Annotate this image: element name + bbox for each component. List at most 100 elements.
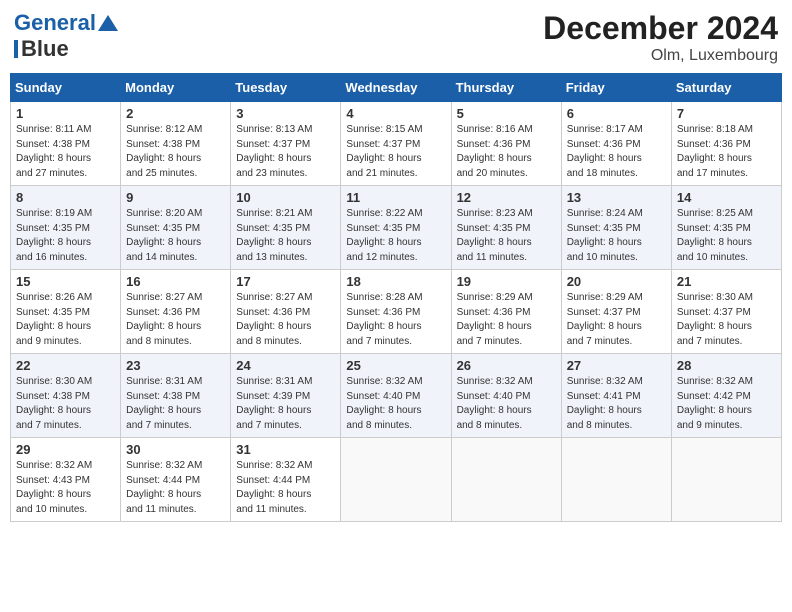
day-info: Sunrise: 8:32 AM Sunset: 4:41 PM Dayligh… xyxy=(567,375,666,433)
calendar-cell: 29 Sunrise: 8:32 AM Sunset: 4:43 PM Dayli… xyxy=(11,438,121,522)
day-number: 1 xyxy=(16,106,115,121)
header-sunday: Sunday xyxy=(11,74,121,102)
logo-blue: Blue xyxy=(21,36,69,62)
calendar-cell: 30Sunrise: 8:32 AM Sunset: 4:44 PM Dayli… xyxy=(121,438,231,522)
day-info: Sunrise: 8:13 AM Sunset: 4:37 PM Dayligh… xyxy=(236,123,335,181)
day-number: 6 xyxy=(567,106,666,121)
calendar-cell: 4Sunrise: 8:15 AM Sunset: 4:37 PM Daylig… xyxy=(341,102,451,186)
day-info: Sunrise: 8:31 AM Sunset: 4:39 PM Dayligh… xyxy=(236,375,335,433)
day-number: 22 xyxy=(16,358,115,373)
day-number: 16 xyxy=(126,274,225,289)
calendar-cell: 17 Sunrise: 8:27 AM Sunset: 4:36 PM Dayli… xyxy=(231,270,341,354)
day-number: 25 xyxy=(346,358,445,373)
calendar-cell: 21 Sunrise: 8:30 AM Sunset: 4:37 PM Dayli… xyxy=(671,270,781,354)
calendar-table: Sunday Monday Tuesday Wednesday Thursday… xyxy=(10,73,782,522)
day-info: Sunrise: 8:20 AM Sunset: 4:35 PM Dayligh… xyxy=(126,207,225,265)
day-number: 17 xyxy=(236,274,335,289)
calendar-cell: 12 Sunrise: 8:23 AM Sunset: 4:35 PM Dayli… xyxy=(451,186,561,270)
day-number: 12 xyxy=(457,190,556,205)
header-wednesday: Wednesday xyxy=(341,74,451,102)
day-number: 21 xyxy=(677,274,776,289)
day-info: Sunrise: 8:11 AM Sunset: 4:38 PM Dayligh… xyxy=(16,123,115,181)
calendar-cell xyxy=(671,438,781,522)
day-number: 13 xyxy=(567,190,666,205)
header-friday: Friday xyxy=(561,74,671,102)
calendar-cell: 18Sunrise: 8:28 AM Sunset: 4:36 PM Dayli… xyxy=(341,270,451,354)
calendar-cell: 11 Sunrise: 8:22 AM Sunset: 4:35 PM Dayli… xyxy=(341,186,451,270)
day-number: 29 xyxy=(16,442,115,457)
day-number: 9 xyxy=(126,190,225,205)
day-number: 23 xyxy=(126,358,225,373)
day-info: Sunrise: 8:31 AM Sunset: 4:38 PM Dayligh… xyxy=(126,375,225,433)
day-number: 20 xyxy=(567,274,666,289)
day-info: Sunrise: 8:17 AM Sunset: 4:36 PM Dayligh… xyxy=(567,123,666,181)
calendar-cell: 19 Sunrise: 8:29 AM Sunset: 4:36 PM Dayli… xyxy=(451,270,561,354)
day-number: 2 xyxy=(126,106,225,121)
calendar-cell: 24 Sunrise: 8:31 AM Sunset: 4:39 PM Dayli… xyxy=(231,354,341,438)
month-title: December 2024 xyxy=(543,10,778,47)
day-info: Sunrise: 8:29 AM Sunset: 4:36 PM Dayligh… xyxy=(457,291,556,349)
day-info: Sunrise: 8:32 AM Sunset: 4:43 PM Dayligh… xyxy=(16,459,115,517)
header-saturday: Saturday xyxy=(671,74,781,102)
day-info: Sunrise: 8:30 AM Sunset: 4:37 PM Dayligh… xyxy=(677,291,776,349)
day-info: Sunrise: 8:32 AM Sunset: 4:40 PM Dayligh… xyxy=(457,375,556,433)
logo-icon xyxy=(98,13,118,33)
calendar-week-2: 8Sunrise: 8:19 AM Sunset: 4:35 PM Daylig… xyxy=(11,186,782,270)
day-info: Sunrise: 8:27 AM Sunset: 4:36 PM Dayligh… xyxy=(126,291,225,349)
day-info: Sunrise: 8:30 AM Sunset: 4:38 PM Dayligh… xyxy=(16,375,115,433)
calendar-cell: 7Sunrise: 8:18 AM Sunset: 4:36 PM Daylig… xyxy=(671,102,781,186)
calendar-cell: 20Sunrise: 8:29 AM Sunset: 4:37 PM Dayli… xyxy=(561,270,671,354)
calendar-cell: 9 Sunrise: 8:20 AM Sunset: 4:35 PM Daylig… xyxy=(121,186,231,270)
calendar-week-1: 1 Sunrise: 8:11 AM Sunset: 4:38 PM Daylig… xyxy=(11,102,782,186)
calendar-cell: 5 Sunrise: 8:16 AM Sunset: 4:36 PM Daylig… xyxy=(451,102,561,186)
day-info: Sunrise: 8:25 AM Sunset: 4:35 PM Dayligh… xyxy=(677,207,776,265)
calendar-cell: 28Sunrise: 8:32 AM Sunset: 4:42 PM Dayli… xyxy=(671,354,781,438)
calendar-cell: 13 Sunrise: 8:24 AM Sunset: 4:35 PM Dayli… xyxy=(561,186,671,270)
calendar-cell: 23 Sunrise: 8:31 AM Sunset: 4:38 PM Dayli… xyxy=(121,354,231,438)
header-monday: Monday xyxy=(121,74,231,102)
calendar-week-4: 22 Sunrise: 8:30 AM Sunset: 4:38 PM Dayli… xyxy=(11,354,782,438)
calendar-cell: 26 Sunrise: 8:32 AM Sunset: 4:40 PM Dayli… xyxy=(451,354,561,438)
day-info: Sunrise: 8:16 AM Sunset: 4:36 PM Dayligh… xyxy=(457,123,556,181)
day-info: Sunrise: 8:19 AM Sunset: 4:35 PM Dayligh… xyxy=(16,207,115,265)
day-info: Sunrise: 8:32 AM Sunset: 4:44 PM Dayligh… xyxy=(236,459,335,517)
day-info: Sunrise: 8:21 AM Sunset: 4:35 PM Dayligh… xyxy=(236,207,335,265)
calendar-cell: 2 Sunrise: 8:12 AM Sunset: 4:38 PM Daylig… xyxy=(121,102,231,186)
calendar-cell: 22 Sunrise: 8:30 AM Sunset: 4:38 PM Dayli… xyxy=(11,354,121,438)
day-info: Sunrise: 8:32 AM Sunset: 4:44 PM Dayligh… xyxy=(126,459,225,517)
day-number: 14 xyxy=(677,190,776,205)
day-number: 11 xyxy=(346,190,445,205)
day-info: Sunrise: 8:12 AM Sunset: 4:38 PM Dayligh… xyxy=(126,123,225,181)
day-info: Sunrise: 8:15 AM Sunset: 4:37 PM Dayligh… xyxy=(346,123,445,181)
calendar-cell xyxy=(561,438,671,522)
day-number: 19 xyxy=(457,274,556,289)
day-info: Sunrise: 8:27 AM Sunset: 4:36 PM Dayligh… xyxy=(236,291,335,349)
header-tuesday: Tuesday xyxy=(231,74,341,102)
day-info: Sunrise: 8:23 AM Sunset: 4:35 PM Dayligh… xyxy=(457,207,556,265)
calendar-week-3: 15Sunrise: 8:26 AM Sunset: 4:35 PM Dayli… xyxy=(11,270,782,354)
calendar-cell: 10Sunrise: 8:21 AM Sunset: 4:35 PM Dayli… xyxy=(231,186,341,270)
calendar-cell: 8Sunrise: 8:19 AM Sunset: 4:35 PM Daylig… xyxy=(11,186,121,270)
day-info: Sunrise: 8:32 AM Sunset: 4:42 PM Dayligh… xyxy=(677,375,776,433)
day-info: Sunrise: 8:26 AM Sunset: 4:35 PM Dayligh… xyxy=(16,291,115,349)
calendar-cell xyxy=(451,438,561,522)
calendar-cell: 15Sunrise: 8:26 AM Sunset: 4:35 PM Dayli… xyxy=(11,270,121,354)
calendar-cell: 14 Sunrise: 8:25 AM Sunset: 4:35 PM Dayli… xyxy=(671,186,781,270)
logo-general: General xyxy=(14,10,96,36)
title-block: December 2024 Olm, Luxembourg xyxy=(543,10,778,65)
day-info: Sunrise: 8:24 AM Sunset: 4:35 PM Dayligh… xyxy=(567,207,666,265)
day-info: Sunrise: 8:18 AM Sunset: 4:36 PM Dayligh… xyxy=(677,123,776,181)
day-number: 27 xyxy=(567,358,666,373)
calendar-header-row: Sunday Monday Tuesday Wednesday Thursday… xyxy=(11,74,782,102)
calendar-cell: 27 Sunrise: 8:32 AM Sunset: 4:41 PM Dayli… xyxy=(561,354,671,438)
page-header: General Blue December 2024 Olm, Luxembou… xyxy=(10,10,782,65)
logo: General Blue xyxy=(14,10,118,62)
day-info: Sunrise: 8:22 AM Sunset: 4:35 PM Dayligh… xyxy=(346,207,445,265)
calendar-cell: 6 Sunrise: 8:17 AM Sunset: 4:36 PM Daylig… xyxy=(561,102,671,186)
day-number: 5 xyxy=(457,106,556,121)
location-title: Olm, Luxembourg xyxy=(543,47,778,65)
day-number: 26 xyxy=(457,358,556,373)
day-number: 24 xyxy=(236,358,335,373)
calendar-cell: 1 Sunrise: 8:11 AM Sunset: 4:38 PM Daylig… xyxy=(11,102,121,186)
calendar-cell: 25Sunrise: 8:32 AM Sunset: 4:40 PM Dayli… xyxy=(341,354,451,438)
